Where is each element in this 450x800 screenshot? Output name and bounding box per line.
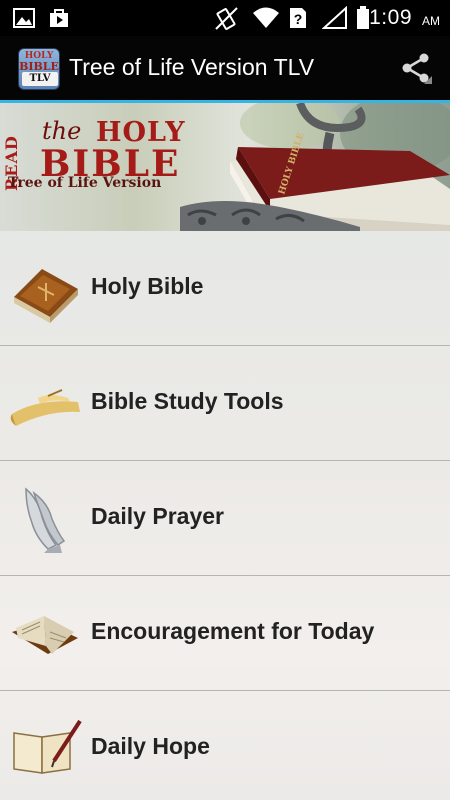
banner-subtitle: Tree of Life Version [8, 175, 162, 191]
open-book-icon [12, 616, 78, 654]
menu-item-label: Daily Hope [91, 733, 210, 759]
header-banner: HOLY BIBLE READ the HOLY BIBLE Tree of L… [0, 103, 450, 231]
wifi-icon [253, 7, 279, 28]
no-sim-icon: ? [290, 8, 306, 28]
menu-item-daily-prayer[interactable]: Daily Prayer [0, 461, 450, 575]
bible-book-icon [14, 269, 78, 323]
signal-icon [322, 6, 347, 29]
app-title: Tree of Life Version TLV [69, 54, 315, 80]
menu-item-bible-study-tools[interactable]: Bible Study Tools [0, 346, 450, 460]
menu-item-daily-hope[interactable]: Daily Hope [0, 691, 450, 800]
menu-item-label: Holy Bible [91, 273, 204, 299]
vibrate-icon [215, 7, 238, 30]
clock-time: 1:09 [369, 6, 412, 29]
main-menu: Holy Bible Bible Study Tools Daily Praye… [0, 231, 450, 800]
bible-bench-illustration: HOLY BIBLE [180, 103, 450, 231]
menu-item-holy-bible[interactable]: Holy Bible [0, 231, 450, 345]
battery-icon [357, 6, 369, 29]
menu-item-label: Encouragement for Today [91, 618, 375, 644]
share-icon[interactable] [400, 52, 432, 84]
app-icon-bottom-text: TLV [22, 72, 58, 86]
clock-ampm: AM [422, 14, 440, 28]
praying-hands-icon [25, 487, 66, 553]
menu-item-label: Daily Prayer [91, 503, 224, 529]
status-bar: ? 1:09 AM [0, 0, 450, 36]
banner-the-text: the [42, 117, 82, 145]
action-bar: HOLY BIBLE TLV Tree of Life Version TLV [0, 36, 450, 100]
scroll-icon [10, 389, 80, 426]
store-icon [50, 9, 68, 27]
menu-item-label: Bible Study Tools [91, 388, 284, 414]
svg-text:?: ? [294, 11, 303, 27]
app-icon[interactable]: HOLY BIBLE TLV [18, 48, 60, 90]
book-quill-icon [13, 719, 82, 774]
menu-item-encouragement[interactable]: Encouragement for Today [0, 576, 450, 690]
image-icon [13, 8, 35, 28]
